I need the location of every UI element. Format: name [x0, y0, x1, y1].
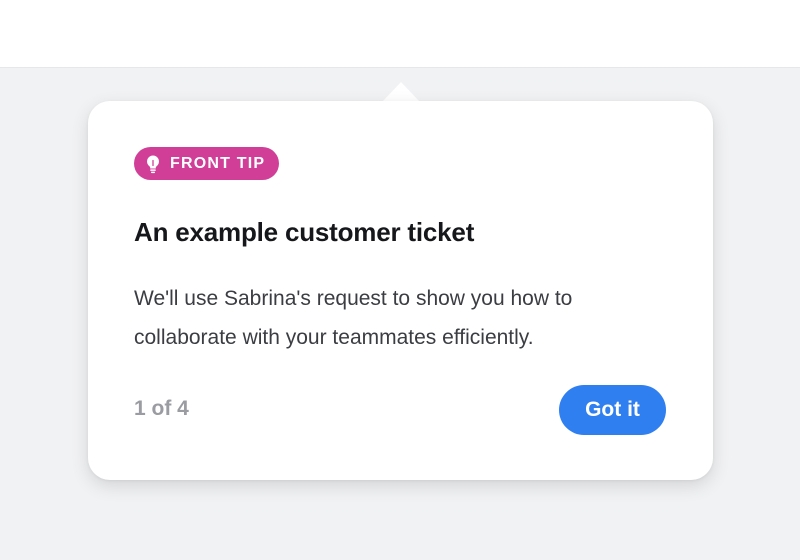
front-tip-badge: FRONT TIP	[134, 147, 280, 180]
tooltip-arrow	[382, 82, 420, 102]
top-bar	[0, 0, 800, 68]
tooltip-title: An example customer ticket	[134, 217, 475, 247]
got-it-button[interactable]: Got it	[559, 385, 666, 435]
front-tip-tooltip: FRONT TIP An example customer ticket We'…	[88, 101, 713, 480]
badge-label: FRONT TIP	[170, 154, 266, 172]
tooltip-body: We'll use Sabrina's request to show you …	[134, 287, 573, 349]
lightbulb-icon	[147, 155, 159, 173]
step-counter: 1 of 4	[134, 397, 189, 420]
